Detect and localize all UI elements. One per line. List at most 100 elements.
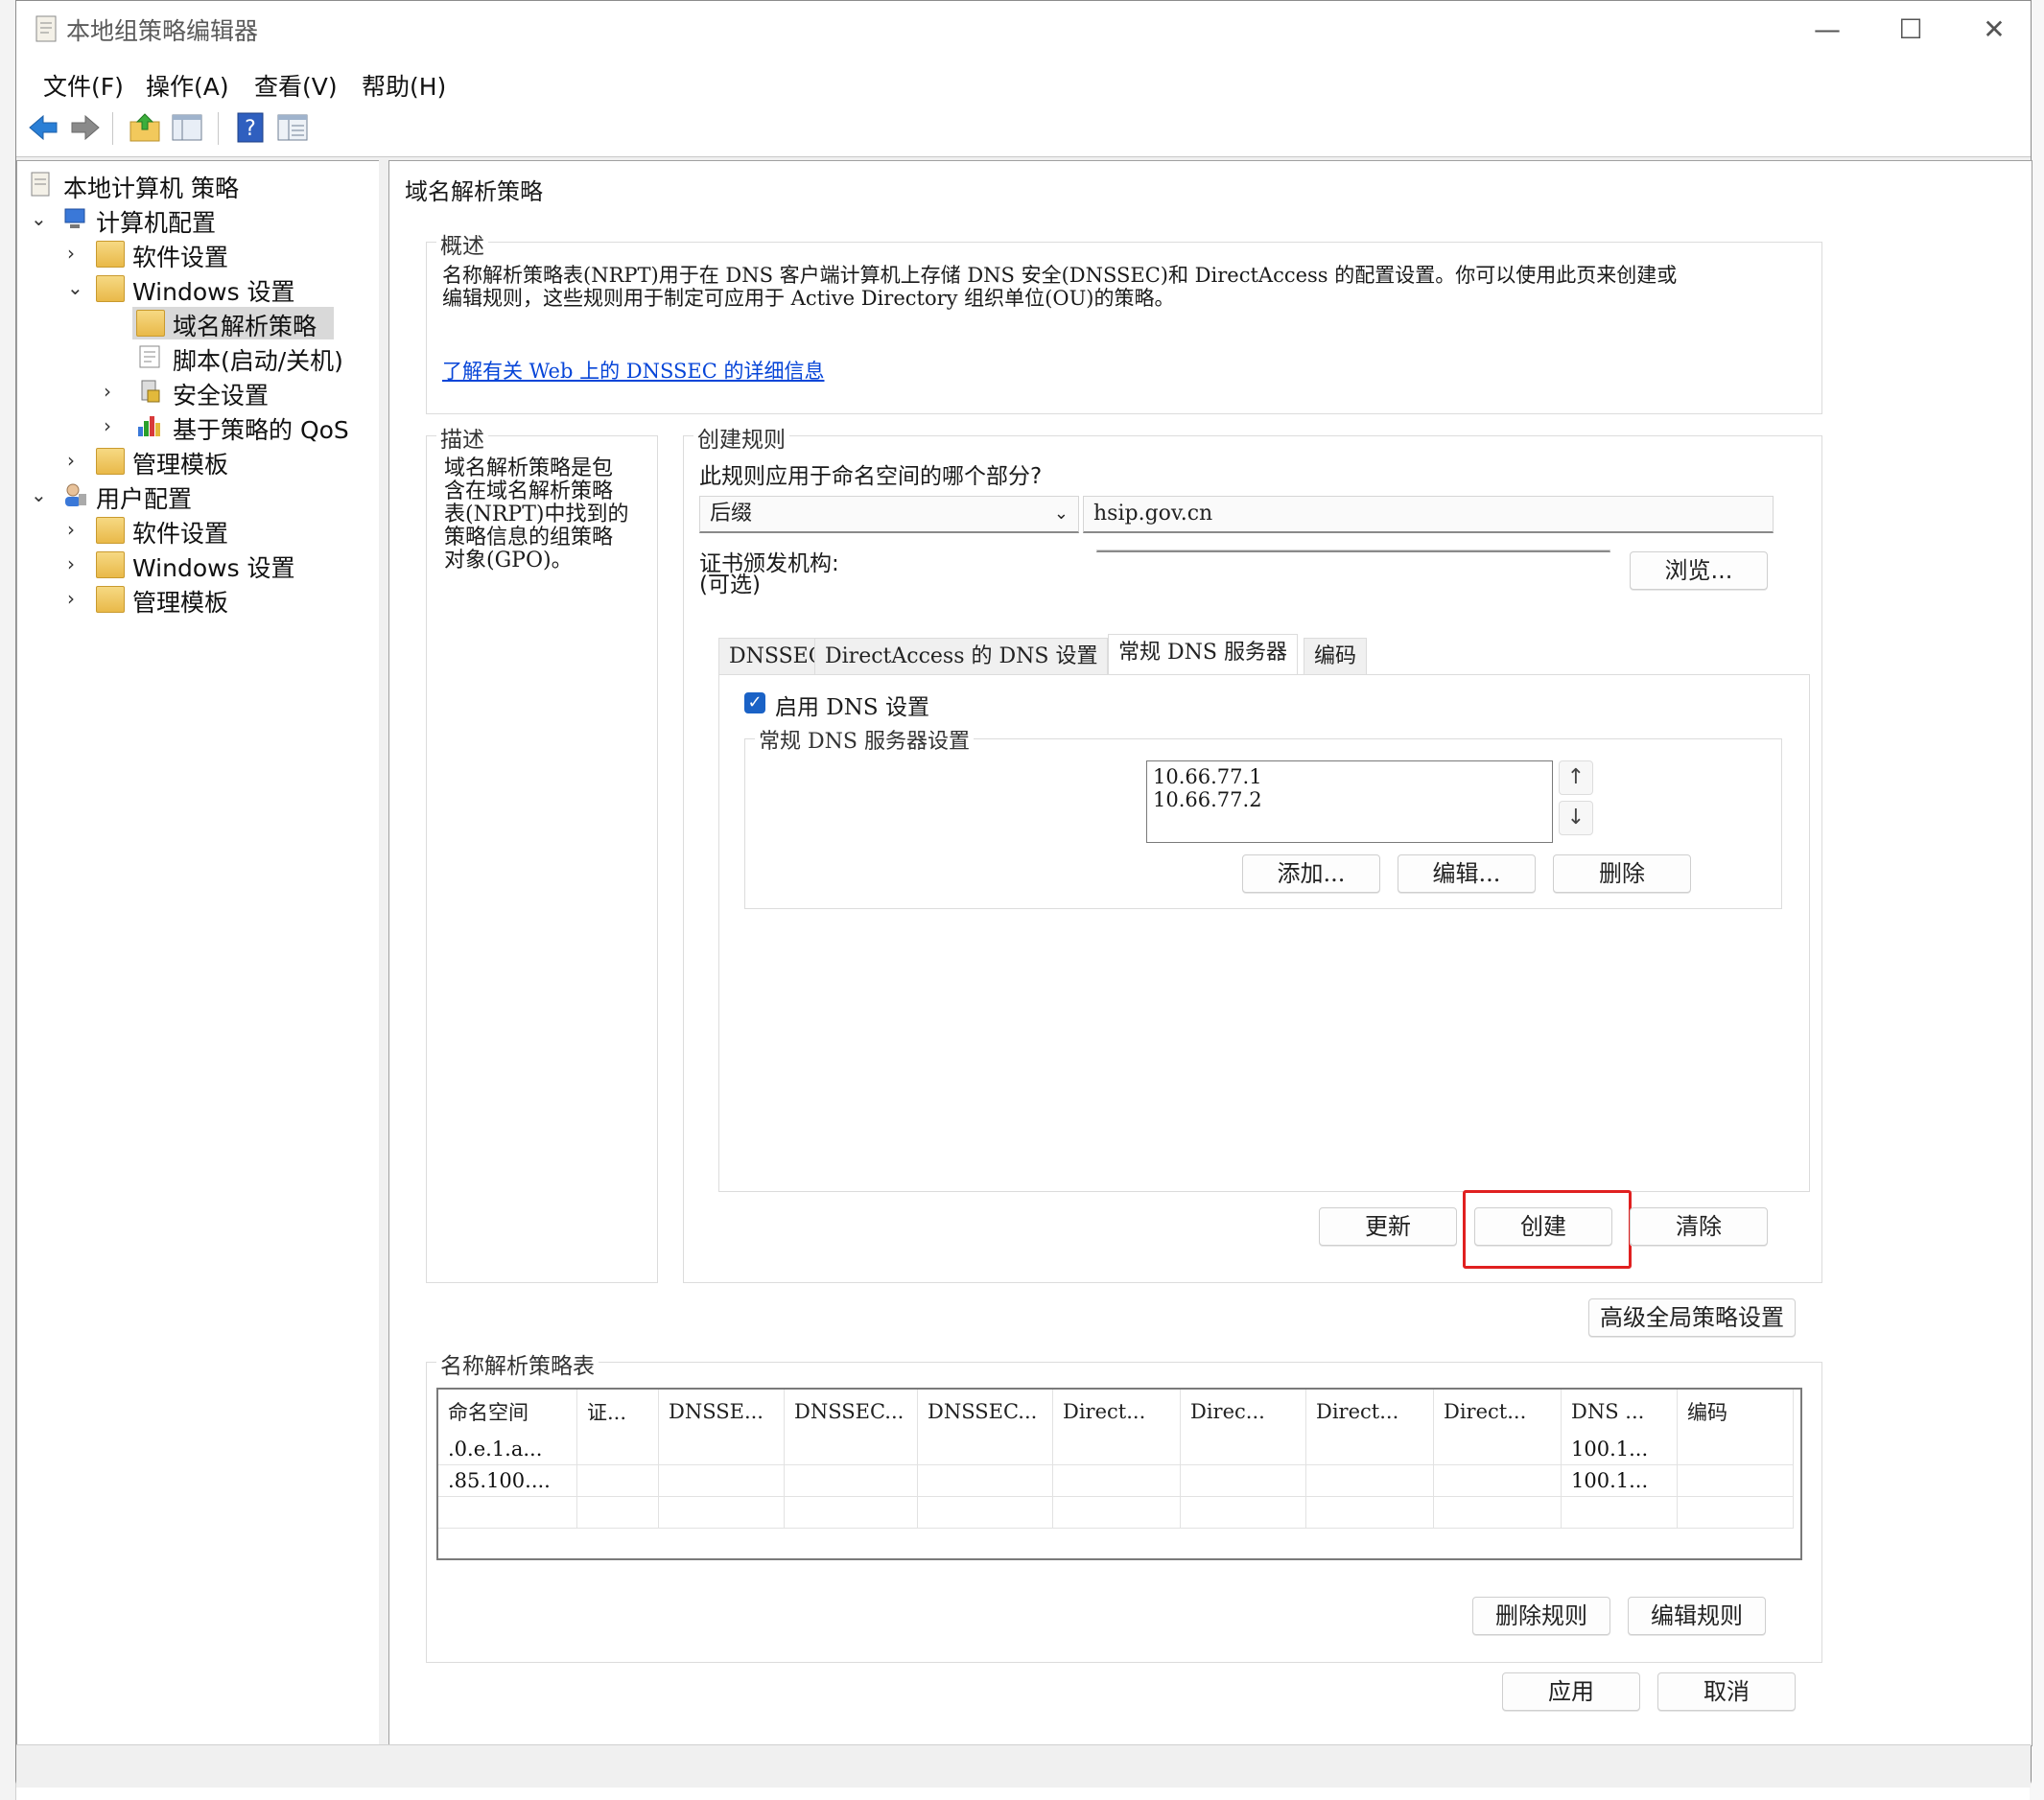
browse-button[interactable]: 浏览... (1630, 551, 1768, 590)
apply-button[interactable]: 应用 (1502, 1672, 1640, 1711)
column-header[interactable]: DNSSE... (658, 1390, 785, 1434)
nrpt-table[interactable]: 命名空间 证... DNSSE... DNSSEC... DNSSEC... D… (438, 1390, 1794, 1529)
delete-dns-server-button[interactable]: 删除 (1553, 854, 1691, 893)
minimize-icon[interactable]: — (1789, 9, 1866, 51)
menu-help[interactable]: 帮助(H) (354, 64, 454, 106)
enable-dns-checkbox[interactable]: ✓ (744, 692, 765, 713)
table-cell (576, 1464, 659, 1497)
nrp-content-pane: 域名解析策略 概述 名称解析策略表(NRPT)用于在 DNS 客户端计算机上存储… (388, 160, 2032, 1746)
nrpt-group: 名称解析策略表 命名空间 证... DNSSE... DNSSEC... DNS… (426, 1347, 1822, 1663)
column-header[interactable]: Direc... (1180, 1390, 1306, 1434)
overview-line: 编辑规则，这些规则用于制定可应用于 Active Directory 组织单位(… (442, 287, 1175, 310)
cert-authority-label: 证书颁发机构: (可选) (699, 553, 839, 596)
chevron-right-icon[interactable]: › (67, 242, 86, 265)
folder-icon (136, 310, 165, 337)
table-cell (658, 1434, 785, 1465)
group-legend: 创建规则 (693, 421, 789, 454)
pane-splitter[interactable] (379, 160, 388, 1744)
chevron-down-icon[interactable]: ⌄ (31, 207, 50, 230)
column-header[interactable]: 证... (576, 1390, 659, 1434)
column-header[interactable]: DNSSEC... (917, 1390, 1053, 1434)
edit-dns-server-button[interactable]: 编辑... (1398, 854, 1536, 893)
menu-action[interactable]: 操作(A) (138, 64, 237, 106)
status-bar (16, 1744, 2031, 1788)
table-row[interactable] (438, 1496, 1794, 1529)
chevron-right-icon[interactable]: › (67, 449, 86, 472)
tree-label: 域名解析策略 (173, 313, 317, 340)
cert-authority-input[interactable] (1096, 549, 1610, 552)
tab-directaccess-dns[interactable]: DirectAccess 的 DNS 设置 (814, 638, 1109, 675)
column-header[interactable]: DNSSEC... (784, 1390, 918, 1434)
add-dns-server-button[interactable]: 添加... (1242, 854, 1380, 893)
column-header[interactable]: DNS ... (1561, 1390, 1678, 1434)
move-up-icon[interactable]: ↑ (1559, 760, 1593, 795)
chevron-right-icon[interactable]: › (67, 587, 86, 610)
maximize-icon[interactable]: ☐ (1872, 9, 1949, 51)
folder-icon (96, 586, 125, 613)
dnssec-learn-more-link[interactable]: 了解有关 Web 上的 DNSSEC 的详细信息 (442, 356, 824, 385)
help-icon[interactable]: ? (233, 110, 268, 145)
show-hide-tree-icon[interactable] (170, 110, 204, 145)
update-rule-button[interactable]: 更新 (1319, 1207, 1457, 1246)
forward-arrow-icon[interactable] (68, 110, 103, 145)
group-legend: 描述 (436, 421, 488, 454)
table-cell (1180, 1464, 1306, 1497)
namespace-type-select[interactable]: 后缀 ⌄ (699, 496, 1079, 533)
namespace-question: 此规则应用于命名空间的哪个部分? (699, 464, 1043, 489)
overview-text: 名称解析策略表(NRPT)用于在 DNS 客户端计算机上存储 DNS 安全(DN… (442, 264, 1814, 310)
chevron-right-icon[interactable]: › (67, 552, 86, 575)
tab-encoding[interactable]: 编码 (1304, 638, 1368, 675)
close-icon[interactable]: ✕ (1956, 9, 2032, 51)
tab-panel-generic-dns: ✓ 启用 DNS 设置 常规 DNS 服务器设置 10.66.77.1 10.6… (718, 674, 1810, 1192)
chevron-right-icon[interactable]: › (67, 518, 86, 541)
table-cell: .85.100.... (438, 1464, 577, 1497)
table-cell (784, 1496, 918, 1529)
cert-authority-label-line: 证书颁发机构: (699, 551, 839, 576)
cert-authority-optional-label: (可选) (699, 573, 761, 597)
delete-rule-button[interactable]: 删除规则 (1472, 1597, 1610, 1635)
overview-group: 概述 名称解析策略表(NRPT)用于在 DNS 客户端计算机上存储 DNS 安全… (426, 227, 1822, 414)
table-cell (576, 1434, 659, 1465)
chevron-right-icon[interactable]: › (104, 414, 123, 437)
properties-view-icon[interactable] (275, 110, 310, 145)
edit-rule-button[interactable]: 编辑规则 (1628, 1597, 1766, 1635)
cancel-button[interactable]: 取消 (1657, 1672, 1796, 1711)
enable-dns-label: 启用 DNS 设置 (775, 695, 929, 720)
script-icon (139, 345, 160, 368)
policy-document-icon (31, 172, 50, 197)
menu-file[interactable]: 文件(F) (35, 64, 131, 106)
tree-label: 管理模板 (132, 451, 229, 479)
table-cell (1180, 1496, 1306, 1529)
clear-rule-button[interactable]: 清除 (1630, 1207, 1768, 1246)
dns-server-item[interactable]: 10.66.77.2 (1153, 788, 1546, 811)
table-row[interactable]: .85.100.... 100.1... (438, 1464, 1794, 1497)
column-header[interactable]: Direct... (1305, 1390, 1434, 1434)
group-legend: 名称解析策略表 (436, 1347, 599, 1380)
create-rule-button[interactable]: 创建 (1474, 1207, 1612, 1246)
table-cell: 100.1... (1561, 1434, 1678, 1465)
toolbar-separator (218, 112, 219, 145)
up-folder-icon[interactable] (128, 110, 162, 145)
namespace-value-input[interactable]: hsip.gov.cn (1083, 496, 1774, 533)
dns-server-item[interactable]: 10.66.77.1 (1153, 765, 1546, 788)
table-cell (1433, 1464, 1562, 1497)
dns-server-list[interactable]: 10.66.77.1 10.66.77.2 (1146, 760, 1553, 843)
tab-generic-dns-server[interactable]: 常规 DNS 服务器 (1108, 634, 1298, 675)
chevron-down-icon[interactable]: ⌄ (67, 276, 86, 299)
column-header[interactable]: Direct... (1433, 1390, 1562, 1434)
back-arrow-icon[interactable] (26, 110, 60, 145)
chevron-down-icon: ⌄ (1053, 503, 1069, 524)
menu-view[interactable]: 查看(V) (247, 64, 345, 106)
column-header[interactable]: Direct... (1052, 1390, 1181, 1434)
advanced-global-settings-button[interactable]: 高级全局策略设置 (1588, 1298, 1796, 1337)
table-cell (917, 1464, 1053, 1497)
description-line: 对象(GPO)。 (444, 549, 573, 573)
chevron-down-icon[interactable]: ⌄ (31, 483, 50, 506)
tree-node-name-resolution-policy[interactable]: 域名解析策略 (132, 307, 334, 340)
table-row[interactable]: .0.e.1.a... 100.1... (438, 1434, 1794, 1465)
move-down-icon[interactable]: ↓ (1559, 801, 1593, 835)
chevron-right-icon[interactable]: › (104, 380, 123, 403)
description-line: 表(NRPT)中找到的 (444, 503, 629, 526)
column-header[interactable]: 编码 (1677, 1390, 1794, 1434)
column-header[interactable]: 命名空间 (438, 1390, 577, 1434)
